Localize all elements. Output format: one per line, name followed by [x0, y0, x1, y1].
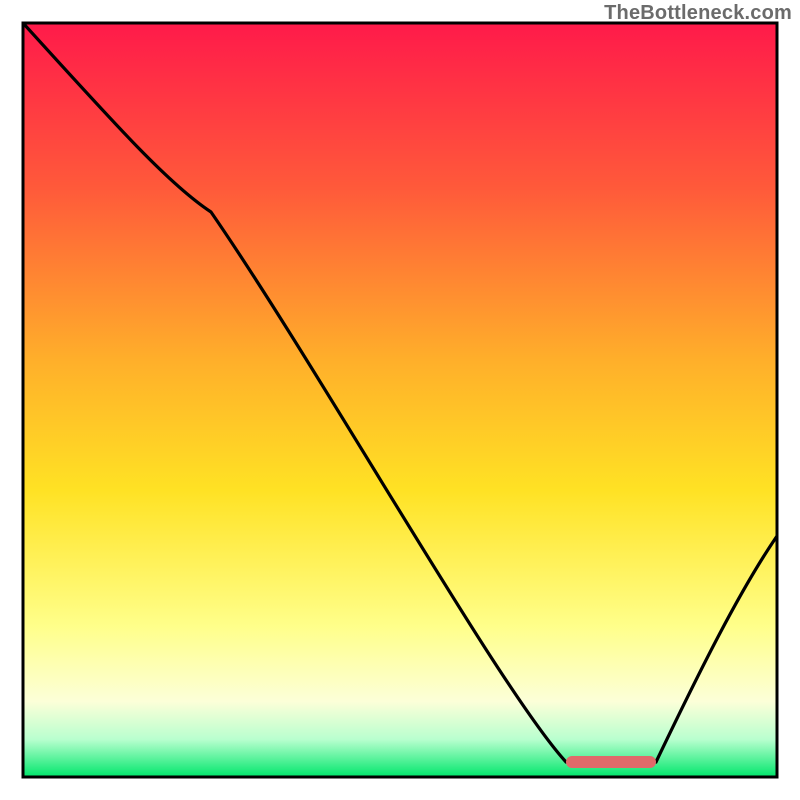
chart-svg	[0, 0, 800, 800]
chart-container: TheBottleneck.com	[0, 0, 800, 800]
watermark-text: TheBottleneck.com	[604, 2, 792, 25]
optimal-range-marker	[566, 756, 656, 768]
heatmap-background	[23, 23, 777, 777]
